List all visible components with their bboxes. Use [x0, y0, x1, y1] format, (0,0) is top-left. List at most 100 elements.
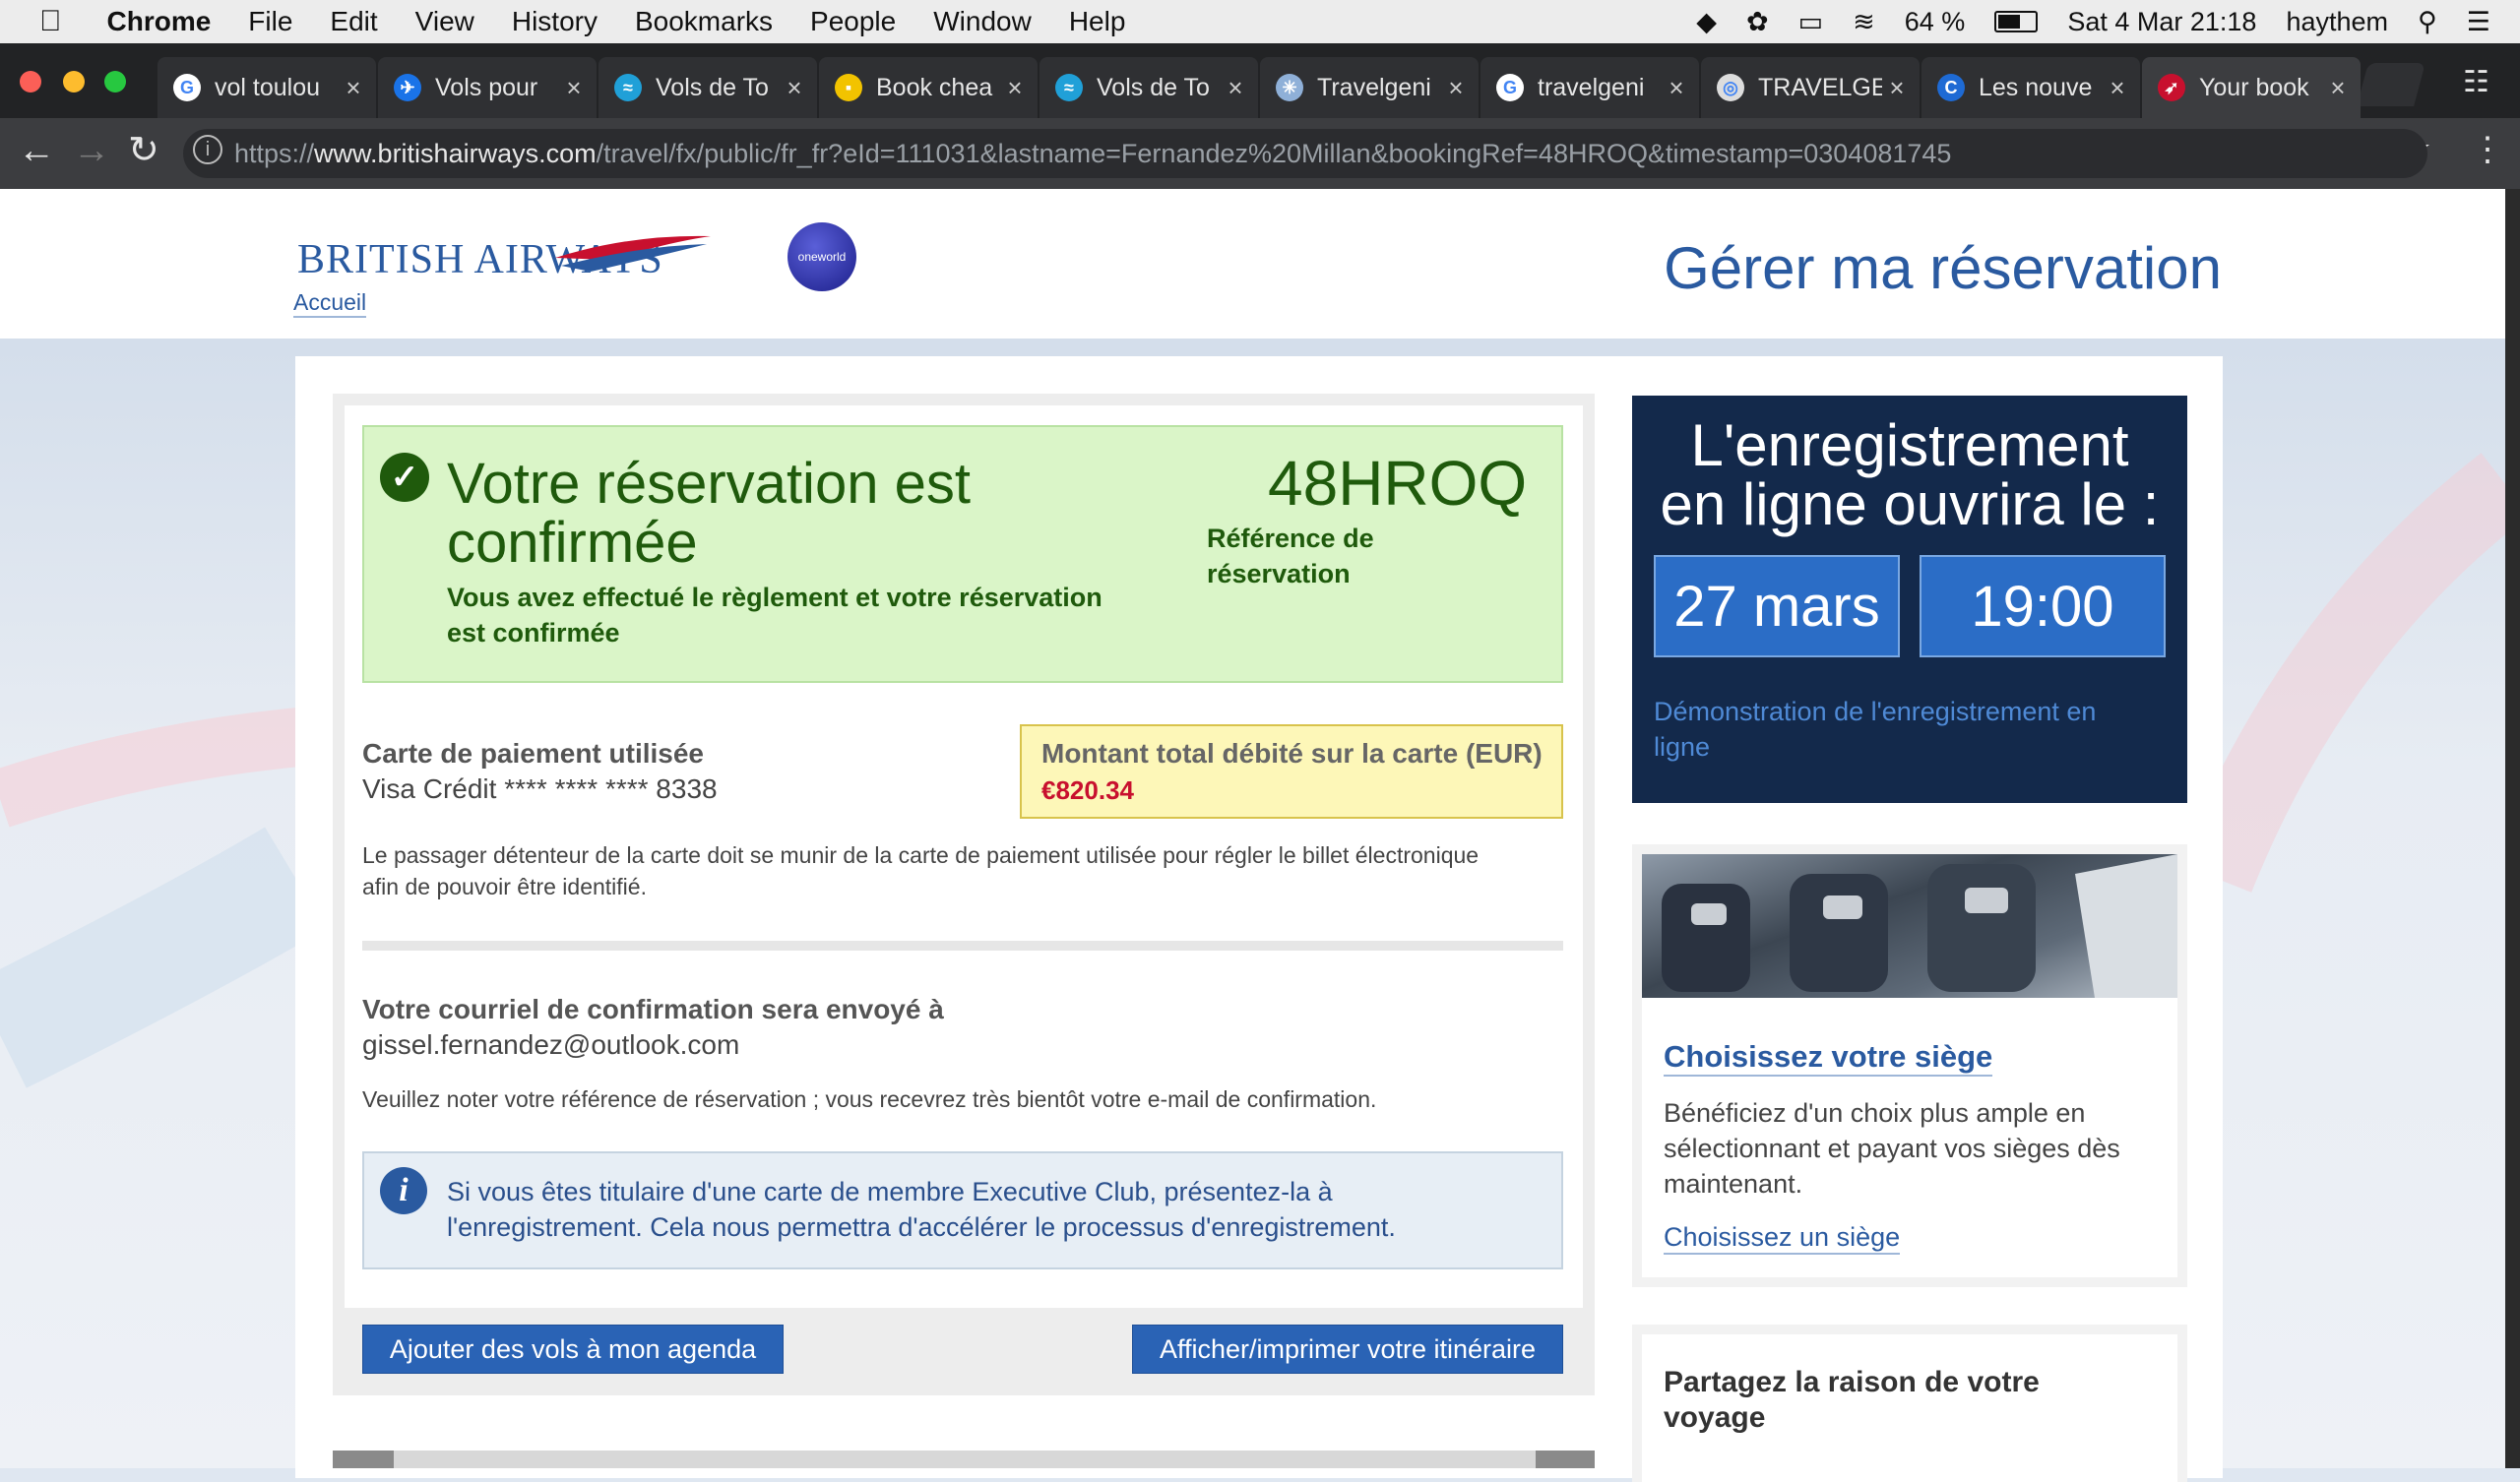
checkin-title-line1: L'enregistrement [1690, 412, 2129, 478]
address-bar[interactable]: i https://www.britishairways.com/travel/… [183, 129, 2427, 178]
tab-title: travelgeni [1538, 73, 1645, 101]
tab-title: Book chea [876, 73, 993, 101]
tab[interactable]: ≈ Vols de To × [1040, 57, 1258, 118]
cabin-seats-image [1642, 854, 2177, 998]
user-name[interactable]: haythem [2286, 7, 2388, 37]
new-tab-button[interactable] [2357, 63, 2426, 106]
airplay-icon[interactable]: ▭ [1798, 7, 1824, 37]
menu-people[interactable]: People [810, 6, 896, 37]
choose-seat-title[interactable]: Choisissez votre siège [1664, 1039, 1993, 1077]
tab[interactable]: Gtravelgeni × [1480, 57, 1699, 118]
tab[interactable]: ➶ Your book × [2142, 57, 2361, 118]
next-section-header [333, 1451, 1595, 1468]
url-path: /travel/fx/public/fr_fr?eId=111031&lastn… [596, 138, 1952, 168]
next-section-right-tab [1536, 1451, 1595, 1468]
dropbox-icon[interactable]: ◆ [1696, 7, 1717, 37]
print-itinerary-button[interactable]: Afficher/imprimer votre itinéraire [1132, 1325, 1563, 1374]
evernote-icon[interactable]: ✿ [1746, 7, 1769, 37]
tab-title: Vols pour [435, 73, 538, 101]
menu-help[interactable]: Help [1069, 6, 1126, 37]
seat-desc-line2: sélectionnant et payant vos sièges dès [1664, 1134, 2120, 1163]
booking-reference: 48HROQ [1268, 448, 1528, 519]
info-icon[interactable]: i [193, 135, 222, 164]
booking-reference-label-line2: réservation [1207, 559, 1351, 588]
battery-icon[interactable] [1994, 11, 2039, 32]
home-link[interactable]: Accueil [293, 289, 367, 318]
notification-center-icon[interactable]: ☰ [2467, 7, 2490, 37]
tab-favicon-icon: C [1937, 74, 1965, 101]
apple-menu-icon[interactable]:  [39, 5, 62, 38]
email-label: Votre courriel de confirmation sera envo… [362, 994, 944, 1024]
tab-favicon-icon: G [1496, 74, 1524, 101]
tab-close-icon[interactable]: × [780, 73, 809, 103]
chrome-menu-icon[interactable]: ⋮ [2471, 130, 2504, 169]
menu-file[interactable]: File [248, 6, 292, 37]
menu-view[interactable]: View [415, 6, 474, 37]
reload-icon[interactable]: ↻ [128, 128, 159, 172]
checkin-demo-link-line1[interactable]: Démonstration de l'enregistrement en [1654, 697, 2096, 727]
amount-value: €820.34 [1041, 775, 1134, 805]
tab-close-icon[interactable]: × [1662, 73, 1691, 103]
tab-favicon-icon: ≈ [614, 74, 642, 101]
payment-note-line2: afin de pouvoir être identifié. [362, 874, 647, 899]
wifi-icon[interactable]: ≋ [1853, 7, 1875, 37]
site-header: BRITISH AIRWAYS Accueil oneworld Gérer m… [0, 189, 2505, 339]
booking-reference-label-line1: Référence de [1207, 524, 1374, 553]
minimize-window-button[interactable] [63, 71, 85, 93]
tab[interactable]: ✳ Travelgeni × [1260, 57, 1479, 118]
oneworld-logo: oneworld [788, 222, 856, 291]
menu-bookmarks[interactable]: Bookmarks [635, 6, 773, 37]
choose-seat-link[interactable]: Choisissez un siège [1664, 1222, 1901, 1255]
tab-favicon-icon: ◎ [1717, 74, 1744, 101]
menu-window[interactable]: Window [933, 6, 1032, 37]
tab-title: Your book [2199, 73, 2309, 101]
share-reason-title-line2: voyage [1664, 1401, 1766, 1434]
add-to-calendar-button[interactable]: Ajouter des vols à mon agenda [362, 1325, 784, 1374]
confirmation-subtext-line2: est confirmée [447, 618, 620, 648]
menu-app-name[interactable]: Chrome [107, 6, 212, 37]
tab-close-icon[interactable]: × [2103, 73, 2132, 103]
tab-close-icon[interactable]: × [1441, 73, 1471, 103]
page-scrollbar[interactable] [2505, 189, 2520, 1468]
forward-icon[interactable]: → [73, 130, 110, 172]
profile-icon[interactable]: ☷ [2463, 65, 2489, 99]
payment-card-label: Carte de paiement utilisée [362, 738, 705, 769]
close-window-button[interactable] [20, 71, 41, 93]
confirmation-subtext-line1: Vous avez effectué le règlement et votre… [447, 583, 1102, 612]
tab-close-icon[interactable]: × [1882, 73, 1912, 103]
tab-close-icon[interactable]: × [1221, 73, 1250, 103]
tab-title: vol toulou [215, 73, 321, 101]
menu-history[interactable]: History [512, 6, 598, 37]
zoom-window-button[interactable] [104, 71, 126, 93]
email-address: gissel.fernandez@outlook.com [362, 1029, 740, 1060]
checkin-demo-link-line2[interactable]: ligne [1654, 732, 1710, 763]
tab-close-icon[interactable]: × [1000, 73, 1030, 103]
tab-title: Vols de To [1097, 73, 1210, 101]
spotlight-search-icon[interactable]: ⚲ [2418, 7, 2437, 37]
page-title: Gérer ma réservation [1664, 235, 2222, 301]
executive-club-info-line2: l'enregistrement. Cela nous permettra d'… [447, 1212, 1396, 1242]
check-icon: ✓ [380, 453, 429, 502]
tab-close-icon[interactable]: × [559, 73, 589, 103]
tab[interactable]: ✈ Vols pour × [378, 57, 597, 118]
clock[interactable]: Sat 4 Mar 21:18 [2067, 7, 2256, 37]
back-icon[interactable]: ← [18, 130, 55, 172]
tab[interactable]: ◎ TRAVELGE × [1701, 57, 1920, 118]
tab[interactable]: ≈ Vols de To × [598, 57, 817, 118]
email-note: Veuillez noter votre référence de réserv… [362, 1086, 1377, 1112]
tab-close-icon[interactable]: × [339, 73, 368, 103]
menu-edit[interactable]: Edit [330, 6, 377, 37]
tab[interactable]: Gvol toulou × [158, 57, 376, 118]
payment-card-number: Visa Crédit **** **** **** 8338 [362, 773, 718, 804]
share-reason-title-line1: Partagez la raison de votre [1664, 1366, 2040, 1398]
next-section-left-tab [333, 1451, 394, 1468]
confirmation-heading-line2: confirmée [447, 511, 698, 575]
tab-title: Les nouve [1979, 73, 2093, 101]
tab-close-icon[interactable]: × [2323, 73, 2353, 103]
tab-favicon-icon: ✈ [394, 74, 421, 101]
battery-percent[interactable]: 64 % [1905, 7, 1966, 37]
tab[interactable]: ▪ Book chea × [819, 57, 1038, 118]
tab-favicon-icon: G [173, 74, 201, 101]
tab[interactable]: C Les nouve × [1922, 57, 2140, 118]
oneworld-label: oneworld [797, 250, 847, 264]
